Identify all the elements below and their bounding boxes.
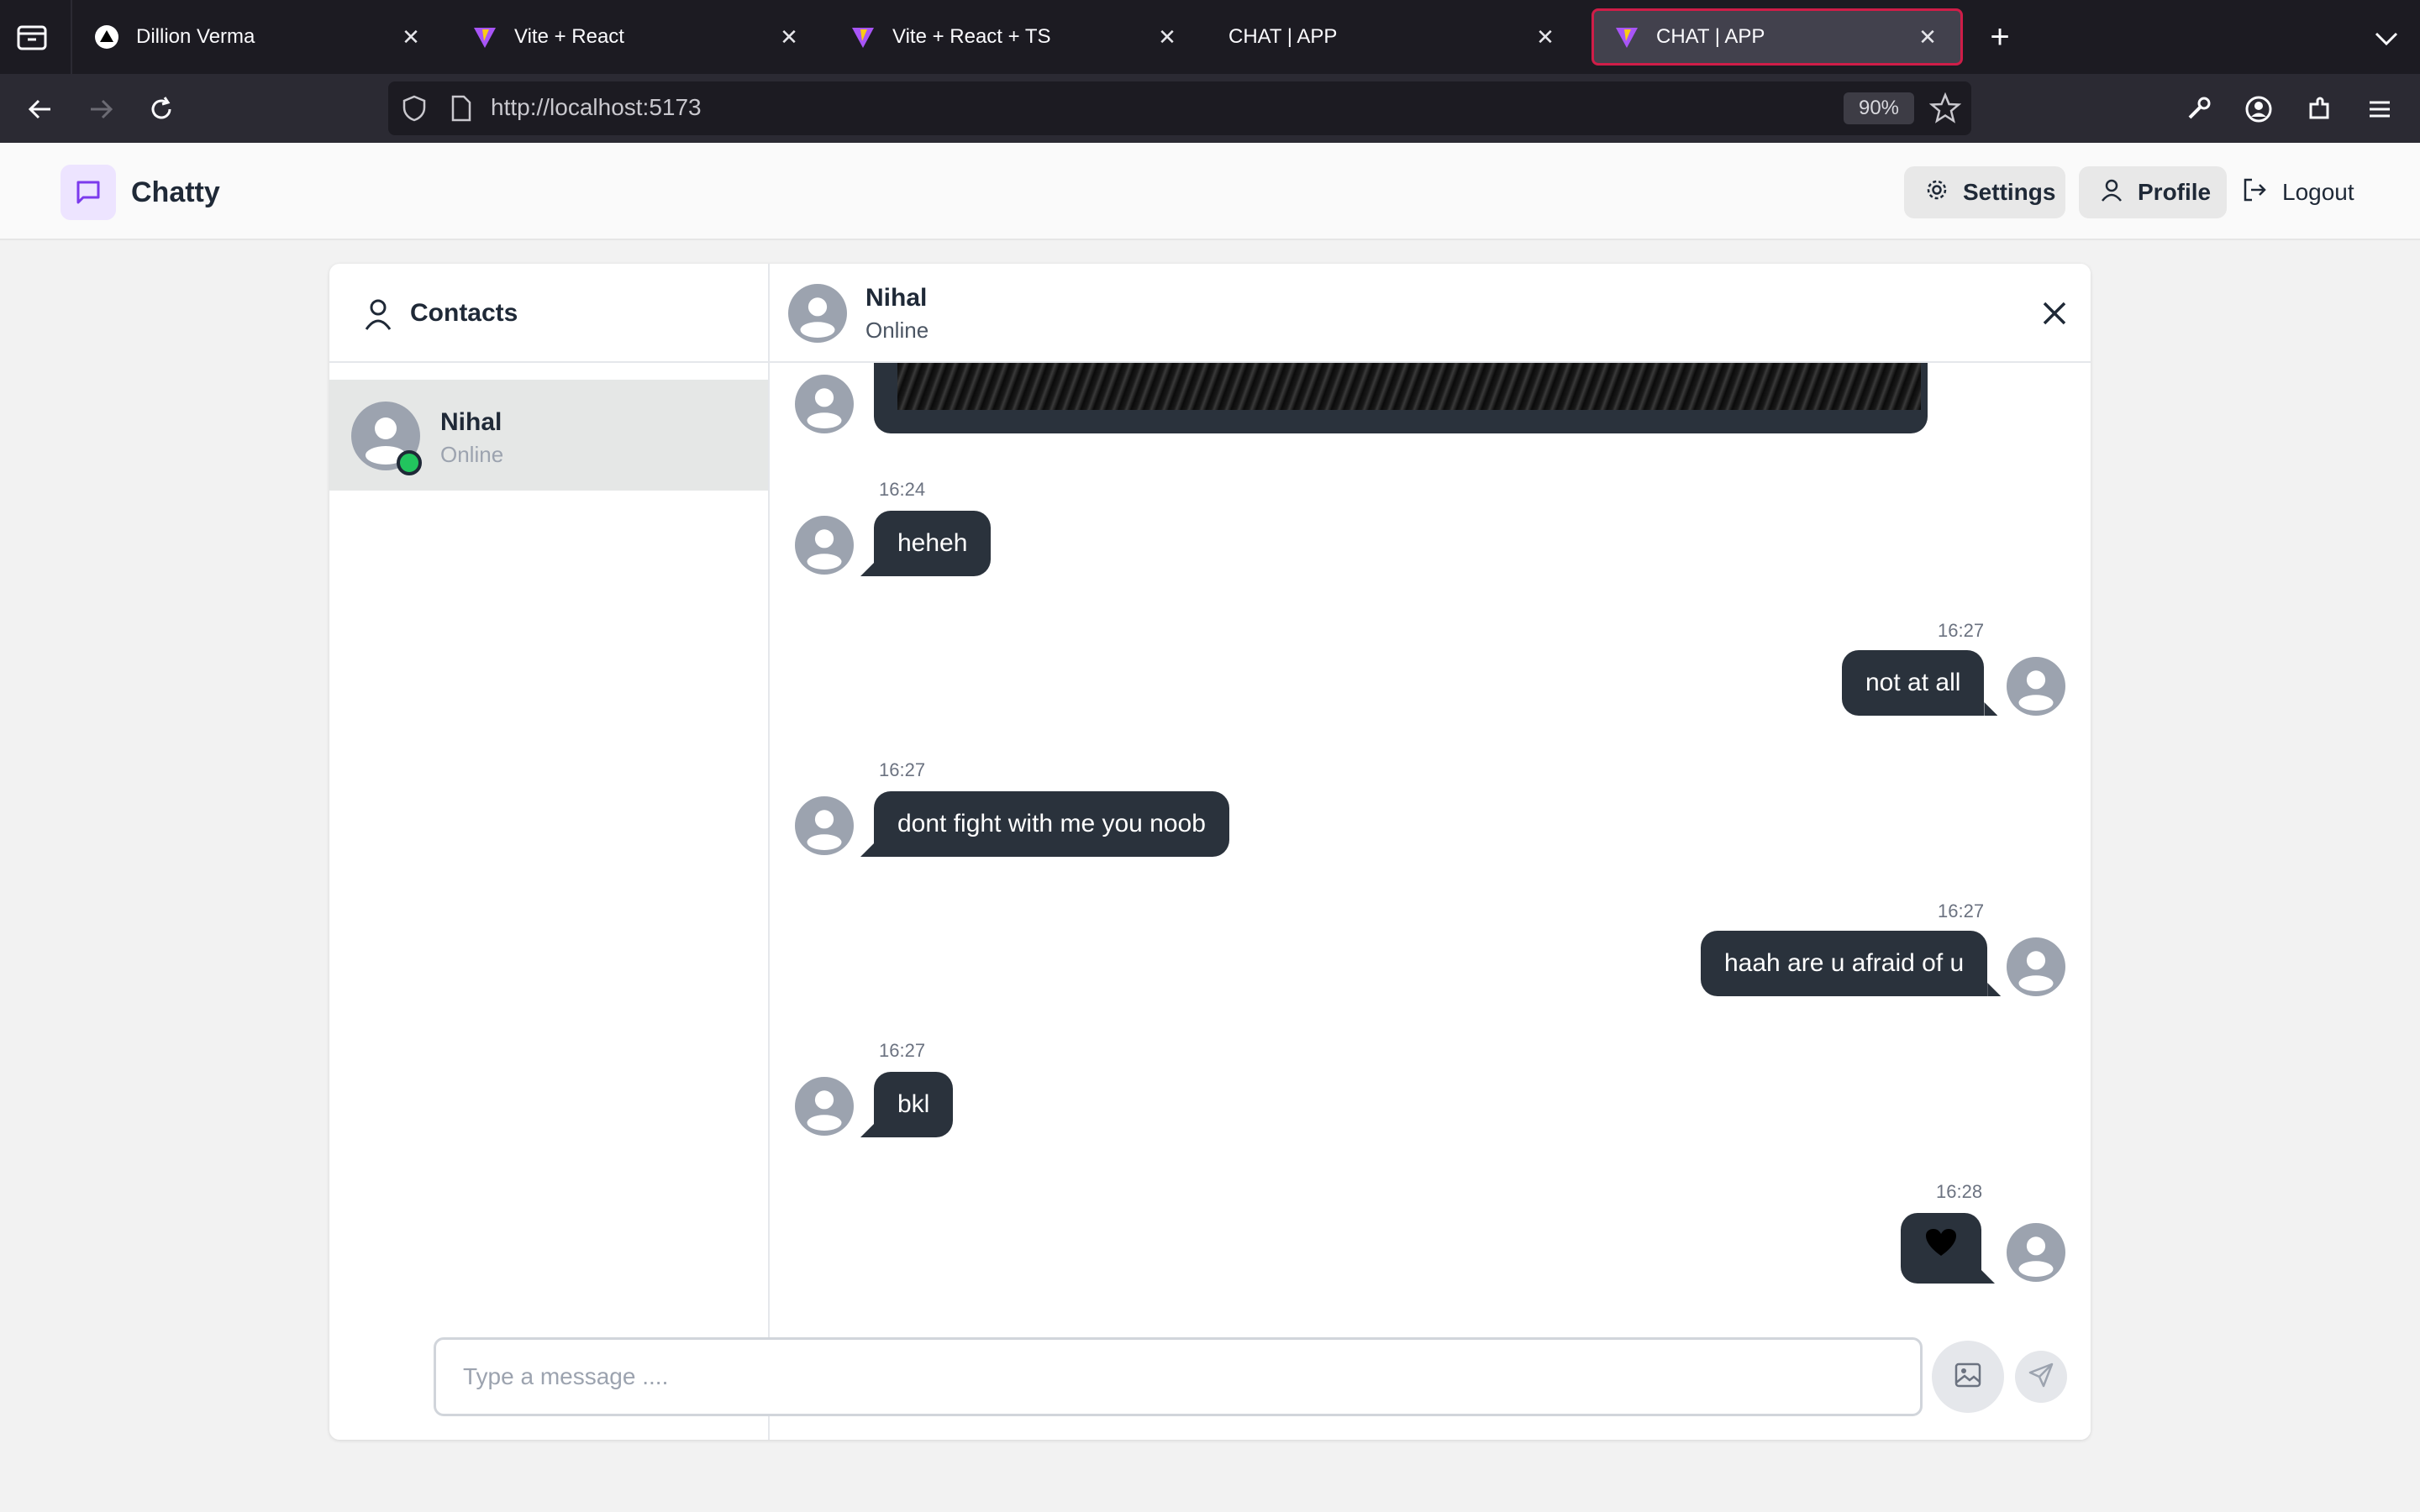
chevron-down-icon[interactable] — [2370, 22, 2403, 55]
logout-label: Logout — [2282, 179, 2354, 205]
close-tab-icon[interactable]: ✕ — [1915, 24, 1940, 50]
message-time: 16:24 — [879, 479, 926, 500]
attached-image[interactable] — [897, 363, 1921, 410]
settings-label: Settings — [1963, 179, 2056, 205]
contacts-title: Contacts — [410, 299, 518, 327]
logout-button[interactable]: Logout — [2232, 166, 2366, 218]
contact-item-nihal[interactable]: Nihal Online — [329, 380, 768, 491]
profile-label: Profile — [2138, 179, 2212, 205]
message-bubble[interactable]: dont fight with me you noob — [874, 791, 1229, 857]
image-bubble — [874, 363, 1928, 433]
tab-title: Vite + React — [514, 25, 624, 48]
chat-logo-icon[interactable] — [60, 165, 116, 220]
extensions-icon[interactable] — [2301, 91, 2338, 128]
new-tab-icon[interactable]: + — [1983, 20, 2017, 54]
browser-tab-bar: Dillion Verma ✕ Vite + React ✕ Vite + Re… — [0, 0, 2420, 74]
contact-name: Nihal — [440, 408, 502, 436]
message-time: 16:27 — [1938, 620, 1985, 641]
vite-icon — [472, 24, 497, 50]
message-time: 16:27 — [879, 759, 926, 780]
tab-overview-icon[interactable] — [15, 22, 52, 52]
avatar — [795, 516, 854, 579]
menu-icon[interactable] — [2361, 91, 2398, 128]
triangle-logo-icon — [94, 24, 119, 50]
close-tab-icon[interactable]: ✕ — [1155, 24, 1180, 50]
zoom-level-badge[interactable]: 90% — [1844, 92, 1914, 124]
attach-image-button[interactable] — [1932, 1341, 2004, 1413]
message-bubble[interactable]: not at all — [1842, 650, 1985, 716]
back-arrow-icon[interactable] — [22, 91, 59, 128]
url-text[interactable]: http://localhost:5173 — [491, 94, 702, 121]
vite-icon — [1614, 24, 1639, 50]
tab-chat-app-active[interactable]: CHAT | APP ✕ — [1591, 8, 1963, 66]
tab-title: Dillion Verma — [136, 25, 255, 48]
avatar — [2007, 657, 2065, 720]
send-icon — [2027, 1361, 2055, 1394]
close-icon[interactable] — [2037, 296, 2072, 331]
tab-dillion-verma[interactable]: Dillion Verma ✕ — [74, 8, 444, 66]
shield-icon[interactable] — [400, 94, 429, 127]
tab-separator — [71, 0, 72, 74]
logout-icon — [2240, 176, 2269, 210]
avatar — [2007, 937, 2065, 1000]
sidebar-header: Contacts — [329, 264, 768, 363]
message-bubble[interactable]: ♥ — [1901, 1213, 1981, 1284]
avatar — [2007, 1223, 2065, 1286]
chat-header: Nihal Online — [770, 264, 2091, 363]
contact-status: Online — [440, 442, 504, 467]
send-button[interactable] — [2015, 1351, 2067, 1403]
message-bubble[interactable]: heheh — [874, 511, 992, 576]
message-bubble[interactable]: bkl — [874, 1072, 954, 1137]
message-time: 16:27 — [879, 1040, 926, 1061]
avatar — [788, 284, 847, 343]
avatar — [795, 375, 854, 433]
avatar — [795, 1077, 854, 1140]
gear-icon — [1924, 177, 1949, 208]
tab-chat-app[interactable]: CHAT | APP ✕ — [1208, 8, 1578, 66]
online-indicator — [397, 450, 422, 475]
heart-icon — [1924, 1229, 1958, 1267]
contacts-sidebar: Contacts Nihal Online — [329, 264, 770, 1440]
message-bubble[interactable]: haah are u afraid of u — [1701, 931, 1988, 996]
wrench-icon[interactable] — [2180, 91, 2217, 128]
tab-vite-react-ts[interactable]: Vite + React + TS ✕ — [830, 8, 1200, 66]
settings-button[interactable]: Settings — [1904, 166, 2065, 218]
close-tab-icon[interactable]: ✕ — [1533, 24, 1558, 50]
user-icon — [363, 297, 393, 335]
account-icon[interactable] — [2240, 91, 2277, 128]
message-input[interactable] — [434, 1337, 1923, 1416]
bookmark-star-icon[interactable] — [1928, 92, 1962, 129]
chat-contact-status: Online — [865, 318, 929, 343]
user-icon — [2099, 177, 2124, 208]
tab-vite-react[interactable]: Vite + React ✕ — [452, 8, 822, 66]
close-tab-icon[interactable]: ✕ — [398, 24, 424, 50]
chat-contact-name: Nihal — [865, 284, 928, 312]
profile-button[interactable]: Profile — [2079, 166, 2227, 218]
page-icon — [449, 94, 474, 127]
message-time: 16:27 — [1938, 900, 1985, 921]
avatar — [795, 796, 854, 859]
reload-icon[interactable] — [143, 91, 180, 128]
tab-title: CHAT | APP — [1656, 25, 1765, 48]
image-icon — [1953, 1360, 1983, 1394]
brand-name[interactable]: Chatty — [131, 176, 220, 209]
close-tab-icon[interactable]: ✕ — [776, 24, 802, 50]
tab-title: Vite + React + TS — [892, 25, 1051, 48]
vite-icon — [850, 24, 876, 50]
message-time: 16:28 — [1936, 1181, 1983, 1202]
forward-arrow-icon[interactable] — [82, 91, 119, 128]
tab-title: CHAT | APP — [1228, 25, 1338, 48]
